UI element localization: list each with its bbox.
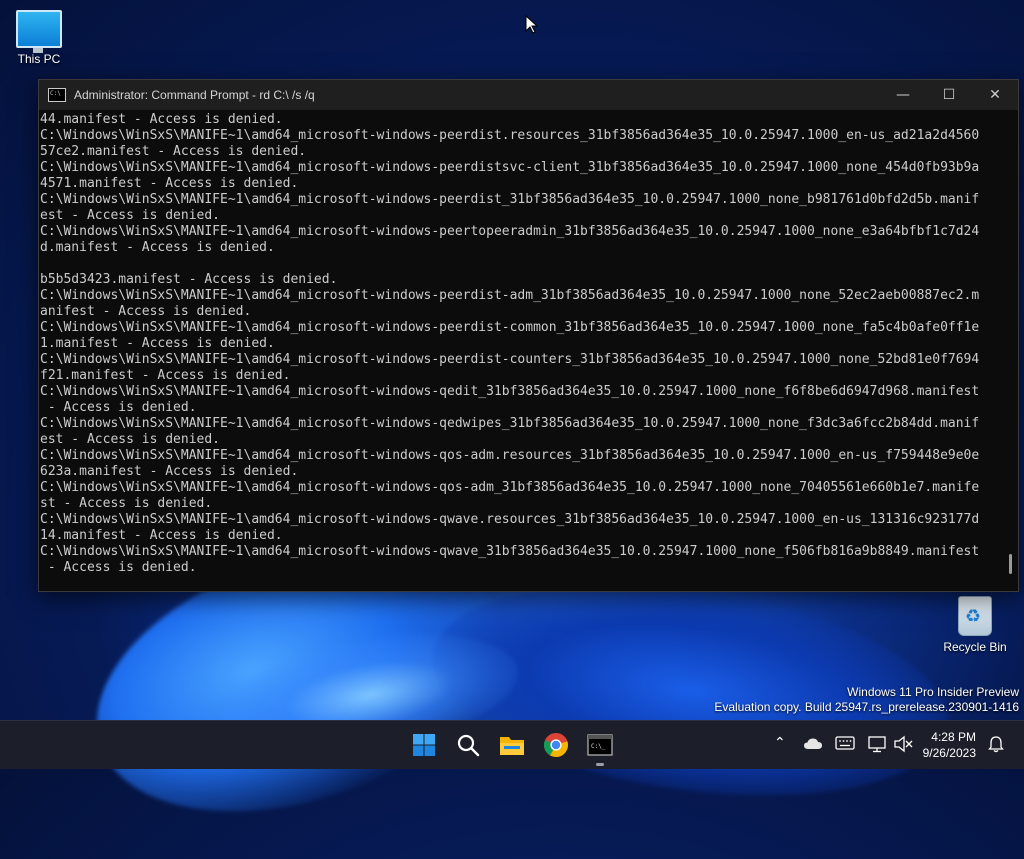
maximize-button[interactable]: ☐: [926, 80, 972, 110]
console-line: anifest - Access is denied.: [40, 304, 252, 319]
console-output[interactable]: 44.manifest - Access is denied. C:\Window…: [39, 112, 1002, 591]
console-line: d.manifest - Access is denied.: [40, 240, 275, 255]
clock-date: 9/26/2023: [922, 746, 976, 760]
console-line: est - Access is denied.: [40, 208, 221, 223]
evaluation-watermark: Windows 11 Pro Insider Preview Evaluatio…: [714, 685, 1019, 715]
onedrive-icon[interactable]: [803, 737, 823, 755]
search-icon[interactable]: [452, 729, 484, 761]
chevron-up-icon[interactable]: ⌃: [774, 735, 786, 751]
console-line: C:\Windows\WinSxS\MANIFE~1\amd64_microso…: [40, 224, 980, 239]
clock-time: 4:28 PM: [931, 730, 976, 744]
notification-bell-icon[interactable]: [988, 735, 1004, 757]
taskbar: C:\_ ⌃ 4:28 PM 9/26/2023: [0, 720, 1024, 769]
volume-muted-icon[interactable]: [893, 735, 913, 757]
console-line: 57ce2.manifest - Access is denied.: [40, 144, 307, 159]
console-line: f21.manifest - Access is denied.: [40, 368, 291, 383]
console-line: - Access is denied.: [40, 560, 197, 575]
console-line: 623a.manifest - Access is denied.: [40, 464, 299, 479]
monitor-icon: [16, 10, 62, 53]
console-line: C:\Windows\WinSxS\MANIFE~1\amd64_microso…: [40, 192, 980, 207]
chrome-icon[interactable]: [540, 729, 572, 761]
console-line: C:\Windows\WinSxS\MANIFE~1\amd64_microso…: [40, 448, 980, 463]
window-title: Administrator: Command Prompt - rd C:\ /…: [74, 88, 315, 102]
console-line: C:\Windows\WinSxS\MANIFE~1\amd64_microso…: [40, 352, 980, 367]
console-line: st - Access is denied.: [40, 496, 213, 511]
desktop-icon-this-pc[interactable]: This PC: [3, 10, 75, 66]
console-line: 4571.manifest - Access is denied.: [40, 176, 299, 191]
desktop-icon-label: This PC: [17, 52, 61, 66]
keyboard-icon[interactable]: [835, 736, 855, 754]
console-line: est - Access is denied.: [40, 432, 221, 447]
console-line: C:\Windows\WinSxS\MANIFE~1\amd64_microso…: [40, 160, 980, 175]
watermark-build: Evaluation copy. Build 25947.rs_prerelea…: [714, 700, 1019, 714]
console-line: C:\Windows\WinSxS\MANIFE~1\amd64_microso…: [40, 320, 980, 335]
command-prompt-taskbar-icon[interactable]: C:\_: [584, 729, 616, 766]
console-line: C:\Windows\WinSxS\MANIFE~1\amd64_microso…: [40, 480, 980, 495]
command-prompt-icon: [48, 88, 66, 102]
console-line: C:\Windows\WinSxS\MANIFE~1\amd64_microso…: [40, 544, 980, 559]
console-line: 1.manifest - Access is denied.: [40, 336, 275, 351]
svg-text:C:\_: C:\_: [591, 743, 606, 750]
console-scrollbar[interactable]: [1009, 554, 1012, 574]
console-line: b5b5d3423.manifest - Access is denied.: [40, 272, 338, 287]
console-line: 44.manifest - Access is denied.: [40, 112, 283, 127]
close-button[interactable]: ✕: [972, 80, 1018, 110]
desktop-icon-recycle-bin[interactable]: Recycle Bin: [939, 596, 1011, 654]
windows-start-icon[interactable]: [408, 729, 440, 761]
taskbar-clock[interactable]: 4:28 PM 9/26/2023: [923, 729, 976, 761]
console-line: C:\Windows\WinSxS\MANIFE~1\amd64_microso…: [40, 128, 980, 143]
command-prompt-window[interactable]: Administrator: Command Prompt - rd C:\ /…: [38, 79, 1019, 592]
console-line: C:\Windows\WinSxS\MANIFE~1\amd64_microso…: [40, 384, 980, 399]
console-line: C:\Windows\WinSxS\MANIFE~1\amd64_microso…: [40, 288, 980, 303]
desktop-icon-label: Recycle Bin: [943, 640, 1007, 654]
console-line: 14.manifest - Access is denied.: [40, 528, 283, 543]
watermark-edition: Windows 11 Pro Insider Preview: [847, 685, 1019, 699]
network-icon[interactable]: [868, 735, 886, 757]
console-line: C:\Windows\WinSxS\MANIFE~1\amd64_microso…: [40, 416, 980, 431]
console-line: C:\Windows\WinSxS\MANIFE~1\amd64_microso…: [40, 512, 980, 527]
console-line: - Access is denied.: [40, 400, 197, 415]
file-explorer-icon[interactable]: [496, 729, 528, 761]
window-titlebar[interactable]: Administrator: Command Prompt - rd C:\ /…: [39, 80, 1018, 110]
recycle-bin-icon: [958, 596, 992, 636]
minimize-button[interactable]: —: [880, 80, 926, 110]
running-indicator: [596, 763, 604, 766]
